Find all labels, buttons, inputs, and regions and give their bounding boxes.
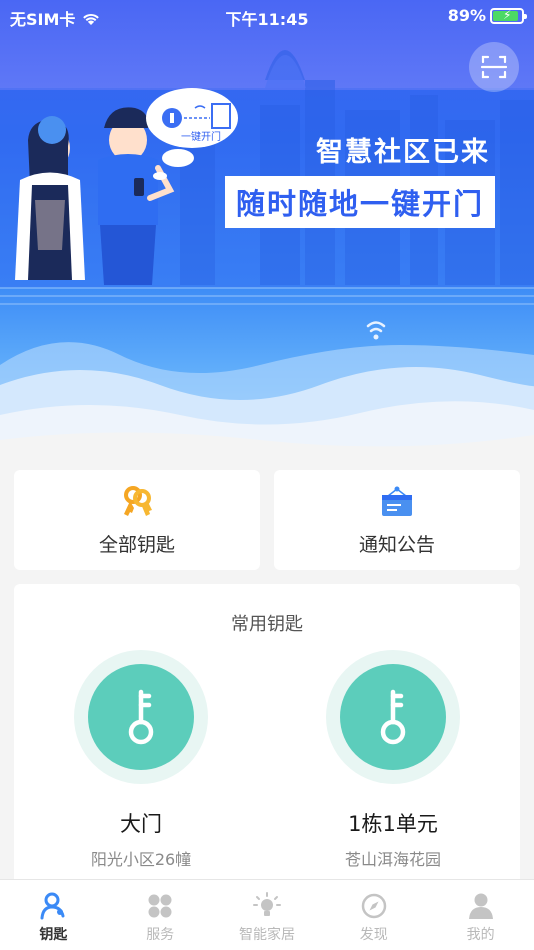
common-keys-panel: 常用钥匙 大门 阳光小区26幢 1栋1单元 苍山洱海花园 (14, 584, 520, 894)
key-icon (380, 689, 406, 745)
wave-decoration (0, 342, 534, 455)
all-keys-label: 全部钥匙 (98, 533, 175, 556)
hero-banner: 一键开门 智慧社区已来 随时随地一键开门 (0, 0, 534, 455)
key-name: 1栋1单元 (348, 812, 438, 836)
keys-icon (124, 485, 152, 516)
hero-slogan-line2: 随时随地一键开门 (225, 176, 495, 228)
tab-discover[interactable]: 发现 (320, 880, 427, 950)
scan-icon (481, 55, 507, 79)
key-community: 阳光小区26幢 (90, 850, 192, 869)
bubble-text: 一键开门 (181, 132, 221, 143)
notice-card[interactable]: 通知公告 (274, 470, 520, 570)
tab-label: 钥匙 (39, 927, 68, 943)
key-icon (128, 689, 154, 745)
notice-board-icon (382, 486, 412, 516)
grid-icon (148, 894, 172, 918)
tab-label: 我的 (466, 927, 495, 943)
scan-button[interactable] (469, 42, 519, 92)
key-name: 大门 (120, 812, 162, 836)
key-item-building[interactable]: 1栋1单元 苍山洱海花园 (303, 650, 483, 880)
tab-label: 智能家居 (238, 927, 295, 943)
battery-level: ⚡ (493, 8, 518, 22)
tab-label: 服务 (146, 927, 175, 943)
notice-label: 通知公告 (358, 533, 435, 556)
tab-keys[interactable]: 钥匙 (0, 880, 107, 950)
key-person-icon (40, 892, 65, 920)
lightbulb-icon (252, 892, 281, 916)
hero-slogan-line1: 智慧社区已来 (316, 137, 490, 168)
status-bar: 无SIM卡 下午11:45 89% ⚡ (0, 0, 534, 32)
all-keys-card[interactable]: 全部钥匙 (14, 470, 260, 570)
tab-services[interactable]: 服务 (107, 880, 214, 950)
tab-label: 发现 (359, 927, 388, 943)
tab-smart-home[interactable]: 智能家居 (214, 880, 321, 950)
key-community: 苍山洱海花园 (344, 850, 441, 869)
common-keys-title: 常用钥匙 (231, 614, 303, 635)
user-icon (468, 893, 493, 919)
compass-icon (361, 893, 387, 919)
battery-icon: ⚡ (490, 7, 527, 24)
key-item-gate[interactable]: 大门 阳光小区26幢 (51, 650, 231, 880)
tab-bar: 钥匙 服务 智能家居 发现 我的 (0, 879, 534, 950)
battery-percent: 89% (447, 6, 486, 25)
tab-profile[interactable]: 我的 (427, 880, 534, 950)
